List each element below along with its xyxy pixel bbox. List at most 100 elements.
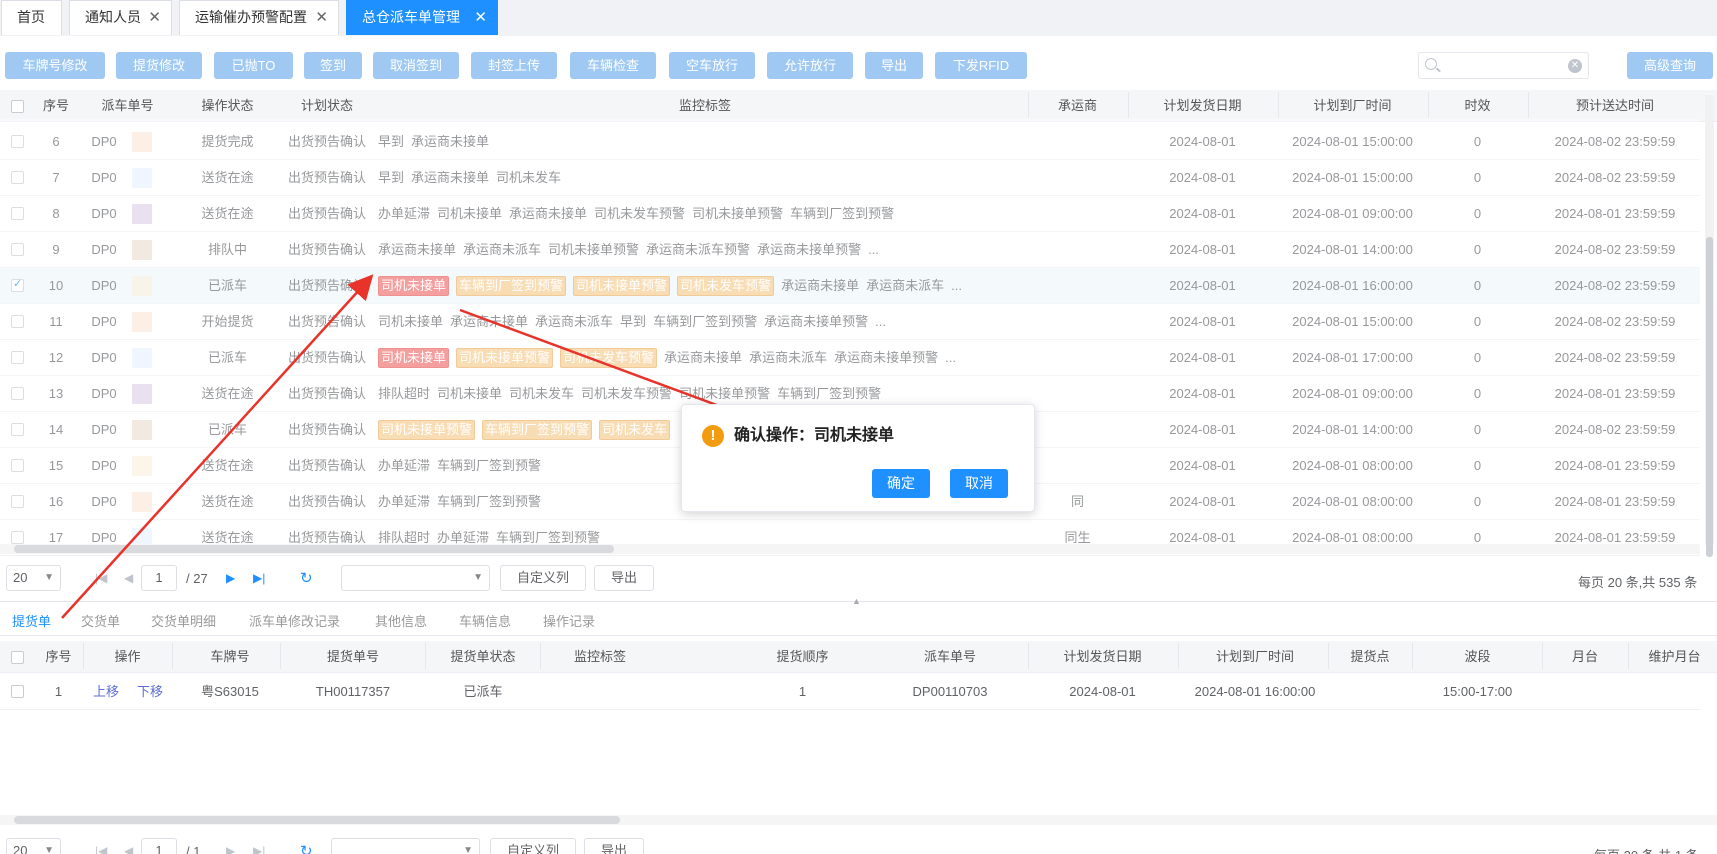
row-no: 8 [52, 206, 60, 221]
plate-edit-button[interactable]: 车牌号修改 [5, 52, 105, 79]
close-icon[interactable]: ✕ [148, 1, 161, 34]
row-checkbox[interactable] [11, 207, 24, 220]
close-icon[interactable]: ✕ [315, 1, 328, 34]
row-checkbox[interactable] [11, 315, 24, 328]
export-button[interactable]: 导出 [865, 52, 923, 79]
hscroll-thumb[interactable] [14, 545, 614, 553]
confirm-button[interactable]: 确定 [872, 469, 930, 498]
sign-in-button[interactable]: 签到 [304, 52, 362, 79]
refresh-icon[interactable]: ↻ [300, 842, 313, 854]
row-plan-status: 出货预告确认 [287, 206, 366, 221]
pager-export-button[interactable]: 导出 [584, 838, 644, 854]
row-checkbox[interactable] [11, 135, 24, 148]
hscroll-thumb[interactable] [14, 816, 620, 824]
first-page-icon[interactable]: |◀ [95, 844, 107, 854]
advanced-search-button[interactable]: 高级查询 [1627, 52, 1713, 79]
tab-pickup-order[interactable]: 提货单 [12, 612, 51, 632]
detail-select-all-checkbox[interactable] [11, 651, 24, 664]
tab-vehicle-info[interactable]: 车辆信息 [459, 612, 511, 632]
clear-icon[interactable]: ✕ [1568, 59, 1582, 73]
row-checkbox[interactable] [11, 277, 24, 292]
row-plan-ship-date: 2024-08-01 [1169, 242, 1236, 257]
tab-operation-log[interactable]: 操作记录 [543, 612, 595, 632]
seal-upload-button[interactable]: 封签上传 [471, 52, 557, 79]
column-filter-select[interactable]: ▼ [331, 838, 480, 854]
next-page-icon[interactable]: ▶ [226, 844, 235, 854]
table-row[interactable]: 9 DP0 排队中 出货预告确认 2024-08-01 2024-08-01 14:00:… [0, 232, 1700, 268]
row-checkbox[interactable] [11, 243, 24, 256]
row-plan-status: 出货预告确认 [287, 170, 366, 185]
row-plan-ship-date: 2024-08-01 [1169, 494, 1236, 509]
col-header-pickup-no: 提货单号 [326, 649, 379, 664]
last-page-icon[interactable]: ▶| [253, 844, 265, 854]
page-size-value: 20 [13, 570, 28, 585]
page-number-input[interactable]: 1 [141, 838, 177, 854]
select-all-checkbox[interactable] [11, 100, 24, 113]
move-down-link[interactable]: 下移 [134, 674, 166, 710]
page-size-select[interactable]: 20 ▼ [6, 838, 61, 854]
col-divider [280, 643, 281, 669]
table-row[interactable]: 7 DP0 送货在途 出货预告确认 2024-08-01 2024-08-01 15:00… [0, 160, 1700, 196]
tab-transport-alert-config[interactable]: 运输催办预警配置 ✕ [179, 0, 339, 35]
first-page-icon[interactable]: |◀ [95, 571, 107, 585]
monitor-tag: 承运商未派车 [535, 314, 614, 329]
issue-rfid-button[interactable]: 下发RFID [935, 52, 1027, 79]
row-checkbox[interactable] [11, 423, 24, 436]
prev-page-icon[interactable]: ◀ [124, 571, 133, 585]
row-checkbox[interactable] [11, 685, 24, 698]
close-icon[interactable]: ✕ [474, 1, 487, 34]
row-plan-ship-date: 2024-08-01 [1169, 278, 1236, 293]
column-filter-select[interactable]: ▼ [341, 565, 490, 591]
table-row[interactable]: 6 DP0 提货完成 出货预告确认 2024-08-01 2024-08-01 15:00… [0, 124, 1700, 160]
pager-export-button[interactable]: 导出 [594, 565, 654, 591]
search-input[interactable]: ✕ [1418, 52, 1589, 79]
monitor-tag: 司机未发车 [599, 420, 671, 440]
prev-page-icon[interactable]: ◀ [124, 844, 133, 854]
cancel-button[interactable]: 取消 [950, 469, 1008, 498]
tab-notify-people[interactable]: 通知人员 ✕ [69, 0, 172, 35]
table-row[interactable]: 8 DP0 送货在途 出货预告确认 2024-08-01 2024-08-01 09:00… [0, 196, 1700, 232]
move-up-link[interactable]: 上移 [90, 674, 122, 710]
col-header-plan-status: 计划状态 [300, 98, 353, 113]
row-checkbox[interactable] [11, 171, 24, 184]
last-page-icon[interactable]: ▶| [253, 571, 265, 585]
total-pages: / 1 [186, 844, 201, 854]
tab-other-info[interactable]: 其他信息 [375, 612, 427, 632]
refresh-icon[interactable]: ↻ [300, 569, 313, 587]
tab-dispatch-management[interactable]: 总仓派车单管理 ✕ [346, 0, 498, 35]
monitor-tags: 承运商未接单 承运商未派车 司机未接单预警 承运商未派车预警 承运商未接单预警... [378, 232, 1028, 268]
page-number-input[interactable]: 1 [141, 565, 177, 591]
row-checkbox[interactable] [11, 495, 24, 508]
splitter-handle-icon[interactable]: ▲ [852, 596, 861, 606]
vscroll-thumb[interactable] [1706, 237, 1713, 557]
monitor-tag: 司机未接单预警 [456, 348, 554, 368]
tab-delivery-order[interactable]: 交货单 [81, 612, 120, 632]
pickup-edit-button[interactable]: 提货修改 [116, 52, 202, 79]
table-row[interactable]: 10 DP0 已派车 出货预告确认 2024-08-01 2024-08-01 16:00… [0, 268, 1700, 304]
customize-columns-button[interactable]: 自定义列 [500, 565, 586, 591]
thrown-to-button[interactable]: 已抛TO [214, 52, 293, 79]
tab-dispatch-edit-log[interactable]: 派车单修改记录 [249, 612, 340, 632]
page-size-select[interactable]: 20 ▼ [6, 565, 61, 591]
empty-release-button[interactable]: 空车放行 [669, 52, 755, 79]
tab-delivery-detail[interactable]: 交货单明细 [151, 612, 216, 632]
row-checkbox[interactable] [11, 351, 24, 364]
row-checkbox[interactable] [11, 531, 24, 544]
monitor-tags: 早到 承运商未接单 司机未发车 [378, 160, 1028, 196]
row-checkbox[interactable] [11, 387, 24, 400]
next-page-icon[interactable]: ▶ [226, 571, 235, 585]
allow-release-button[interactable]: 允许放行 [767, 52, 853, 79]
row-dispatch-no: DP0 [91, 386, 117, 401]
chevron-down-icon: ▼ [473, 572, 483, 583]
table-row[interactable]: 1 上移 下移 粤S63015 TH00117357 已派车 1 DP00110… [0, 674, 1700, 710]
table-row[interactable]: 12 DP0 已派车 出货预告确认 2024-08-01 2024-08-01 17:00… [0, 340, 1700, 376]
vehicle-check-button[interactable]: 车辆检查 [570, 52, 656, 79]
tab-home[interactable]: 首页 [1, 0, 62, 35]
monitor-tag: 司机未发车预警 [594, 206, 686, 221]
cancel-sign-in-button[interactable]: 取消签到 [373, 52, 459, 79]
row-checkbox[interactable] [11, 459, 24, 472]
table-row[interactable]: 11 DP0 开始提货 出货预告确认 2024-08-01 2024-08-01 15:0… [0, 304, 1700, 340]
row-eta: 2024-08-02 23:59:59 [1554, 278, 1676, 293]
customize-columns-button[interactable]: 自定义列 [490, 838, 576, 854]
main-grid-vscroll[interactable] [1705, 95, 1714, 557]
